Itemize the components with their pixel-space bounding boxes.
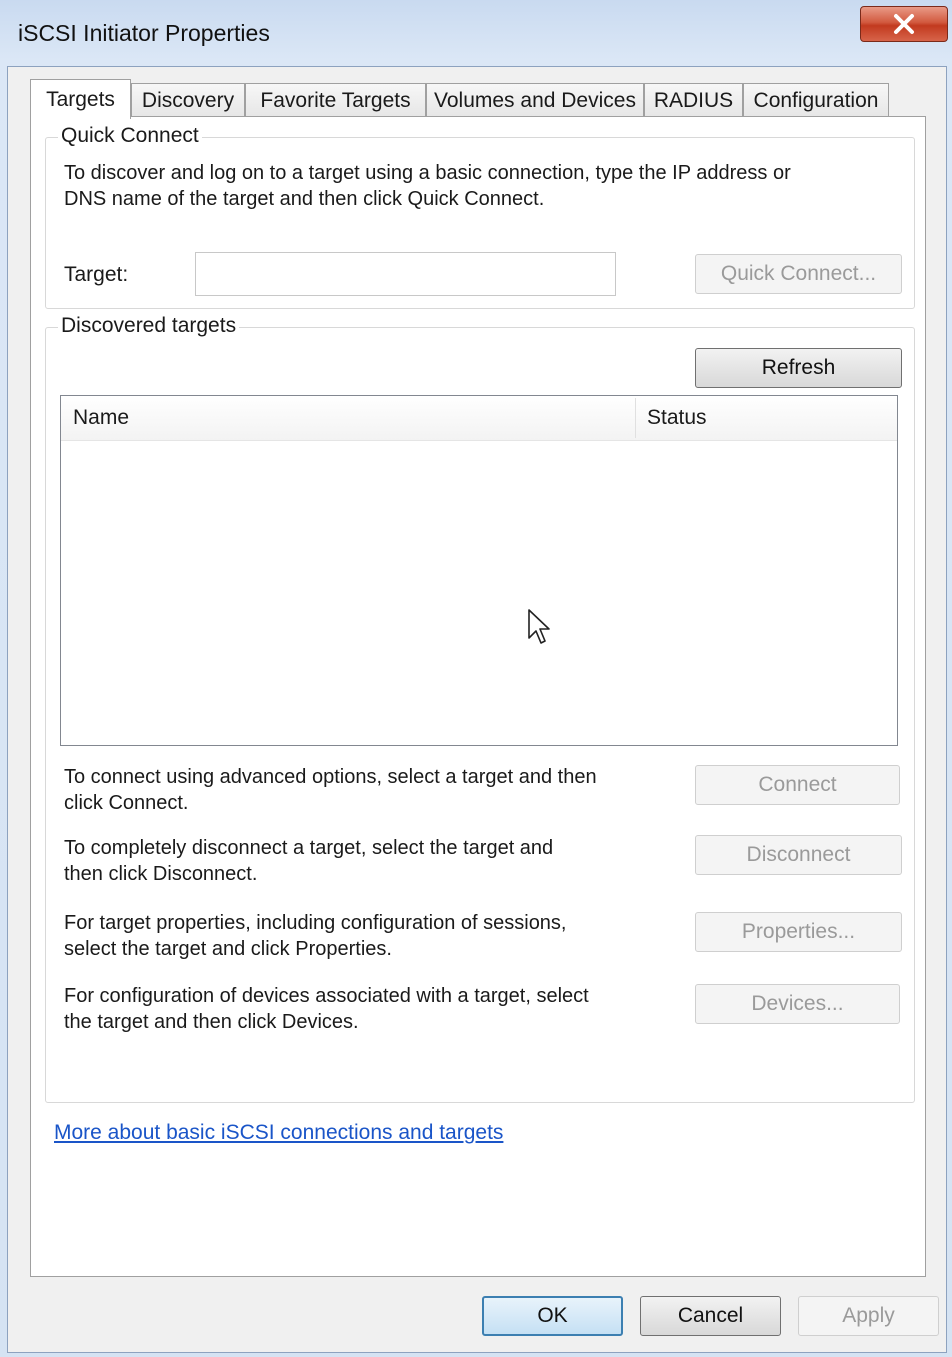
list-header: Name Status (61, 396, 897, 441)
quick-connect-button[interactable]: Quick Connect... (695, 254, 902, 294)
disconnect-description-line1: To completely disconnect a target, selec… (64, 837, 554, 859)
tab-discovery[interactable]: Discovery (131, 83, 245, 117)
close-button[interactable] (860, 6, 948, 42)
connect-description-line1: To connect using advanced options, selec… (64, 766, 597, 788)
tab-configuration[interactable]: Configuration (743, 83, 889, 117)
quick-connect-legend: Quick Connect (58, 124, 202, 148)
cancel-button[interactable]: Cancel (640, 1296, 781, 1336)
tab-favorite-targets[interactable]: Favorite Targets (245, 83, 426, 117)
iscsi-initiator-properties-window: iSCSI Initiator Properties Targets Disco… (0, 0, 952, 1357)
title-bar[interactable]: iSCSI Initiator Properties (0, 0, 952, 66)
targets-tab-panel: Quick Connect To discover and log on to … (30, 116, 926, 1277)
quick-connect-group: Quick Connect To discover and log on to … (45, 124, 915, 309)
close-icon (894, 14, 914, 34)
properties-description-line1: For target properties, including configu… (64, 912, 567, 934)
discovered-targets-group: Discovered targets Refresh Name Status T… (45, 314, 915, 1103)
tab-volumes-and-devices[interactable]: Volumes and Devices (426, 83, 644, 117)
ok-button[interactable]: OK (482, 1296, 623, 1336)
apply-button[interactable]: Apply (798, 1296, 939, 1336)
devices-button[interactable]: Devices... (695, 984, 900, 1024)
quick-connect-description-line1: To discover and log on to a target using… (64, 162, 791, 184)
mouse-pointer-icon (528, 609, 550, 644)
tab-radius[interactable]: RADIUS (644, 83, 743, 117)
discovered-targets-list[interactable]: Name Status (60, 395, 898, 746)
devices-description-line1: For configuration of devices associated … (64, 985, 589, 1007)
refresh-button[interactable]: Refresh (695, 348, 902, 388)
disconnect-description-line2: then click Disconnect. (64, 863, 258, 885)
dialog-client-area: Targets Discovery Favorite Targets Volum… (7, 66, 947, 1353)
target-input[interactable] (195, 252, 616, 296)
column-header-status[interactable]: Status (635, 396, 895, 440)
column-header-name[interactable]: Name (61, 396, 635, 440)
devices-description-line2: the target and then click Devices. (64, 1011, 359, 1033)
disconnect-button[interactable]: Disconnect (695, 835, 902, 875)
tab-targets[interactable]: Targets (30, 79, 131, 119)
connect-description-line2: click Connect. (64, 792, 189, 814)
window-title: iSCSI Initiator Properties (18, 20, 270, 46)
more-about-iscsi-link[interactable]: More about basic iSCSI connections and t… (54, 1121, 503, 1145)
target-label: Target: (64, 263, 129, 286)
quick-connect-description-line2: DNS name of the target and then click Qu… (64, 188, 545, 210)
connect-button[interactable]: Connect (695, 765, 900, 805)
properties-description-line2: select the target and click Properties. (64, 938, 392, 960)
discovered-targets-legend: Discovered targets (58, 314, 240, 338)
properties-button[interactable]: Properties... (695, 912, 902, 952)
